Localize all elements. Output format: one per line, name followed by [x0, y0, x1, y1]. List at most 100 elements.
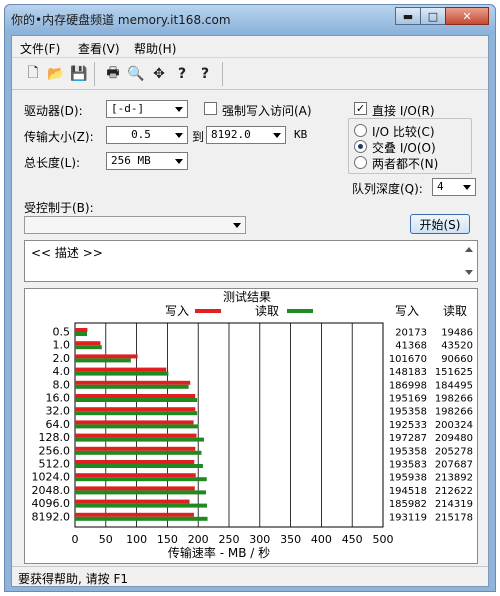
x-tick-label: 350: [280, 533, 301, 546]
scroll-down-icon[interactable]: [465, 270, 473, 275]
context-help-icon[interactable]: ?: [194, 63, 216, 85]
maximize-button[interactable]: □: [420, 7, 446, 25]
read-bar: [75, 384, 189, 389]
write-value: 193119: [389, 512, 427, 523]
y-category-label: 512.0: [39, 458, 71, 471]
overlapped-io-radio[interactable]: [354, 140, 367, 153]
checkmark-icon: ✓: [355, 102, 366, 115]
queue-depth-select[interactable]: 4: [432, 178, 476, 196]
write-value: 193583: [389, 460, 427, 471]
write-bar: [75, 367, 167, 372]
start-button[interactable]: 开始(S): [410, 214, 470, 234]
io-compare-radio[interactable]: [354, 124, 367, 137]
read-value: 151625: [435, 367, 473, 378]
transfer-to-value: 8192.0: [211, 128, 251, 141]
drive-select[interactable]: [-d-]: [106, 100, 188, 118]
write-bar: [75, 407, 196, 412]
client-area: 文件(F) 查看(V) 帮助(H) 🗋 📂 💾 🖶 🔍 ✥ ? ? 驱动器(D)…: [11, 35, 489, 587]
write-value: 186998: [389, 380, 427, 391]
io-compare-label: I/O 比较(C): [372, 125, 435, 139]
write-value: 192533: [389, 420, 427, 431]
read-bar: [75, 332, 88, 336]
x-tick-label: 0: [72, 533, 79, 546]
x-tick-label: 500: [373, 533, 394, 546]
results-chart: 测试结果 写入 读取 写入 读取 0 50 100 150 200 250 300 350 40…: [32, 289, 474, 560]
write-bar: [75, 433, 197, 438]
write-bar: [75, 473, 196, 478]
move-cross-icon[interactable]: ✥: [148, 63, 170, 85]
menu-view[interactable]: 查看(V): [78, 40, 120, 57]
write-value: 20173: [395, 328, 427, 339]
read-value: 214319: [435, 499, 473, 510]
close-button[interactable]: ✕: [445, 7, 489, 25]
total-length-label: 总长度(L):: [24, 156, 81, 170]
read-bar: [75, 345, 102, 350]
scroll-up-icon[interactable]: [465, 247, 473, 252]
read-value: 198266: [435, 407, 473, 418]
title-bar[interactable]: 你的•内存硬盘频道 memory.it168.com ▬ □ ✕: [5, 5, 495, 35]
chevron-down-icon: [233, 223, 241, 228]
read-value: 213892: [435, 473, 473, 484]
minimize-button[interactable]: ▬: [395, 7, 421, 25]
direct-io-checkbox[interactable]: ✓: [354, 102, 367, 115]
y-category-label: 0.5: [53, 326, 71, 339]
transfer-to-select[interactable]: 8192.0: [206, 126, 286, 144]
y-category-label: 256.0: [39, 444, 71, 457]
legend-write-swatch: [195, 309, 221, 313]
read-value: 209480: [435, 433, 473, 444]
legend-write-label: 写入: [165, 304, 189, 318]
transfer-from-select[interactable]: 0.5: [106, 126, 188, 144]
open-folder-icon[interactable]: 📂: [45, 63, 67, 85]
chevron-down-icon: [175, 133, 183, 138]
write-bar: [75, 512, 194, 517]
new-file-icon[interactable]: 🗋: [22, 63, 44, 85]
plot-area: 0 50 100 150 200 250 300 350 400 450 500 0.5 20173 19…: [32, 322, 473, 546]
total-length-value: 256 MB: [111, 154, 151, 167]
y-category-label: 8.0: [53, 378, 71, 391]
controlled-by-label: 受控制于(B):: [24, 201, 94, 215]
read-bar: [75, 437, 205, 442]
direct-io-label: 直接 I/O(R): [372, 104, 435, 118]
app-window: 你的•内存硬盘频道 memory.it168.com ▬ □ ✕ 文件(F) 查…: [4, 4, 496, 592]
toolbar-separator: [222, 62, 223, 86]
write-bar: [75, 341, 101, 346]
help-question-icon[interactable]: ?: [171, 63, 193, 85]
force-write-checkbox[interactable]: [204, 102, 217, 115]
neither-radio[interactable]: [354, 156, 367, 169]
y-category-label: 128.0: [39, 431, 71, 444]
results-panel: 测试结果 写入 读取 写入 读取 0 50 100 150 200 250 300 350 40…: [24, 288, 478, 564]
write-column-header: 写入: [395, 304, 419, 318]
read-bar: [75, 450, 202, 455]
total-length-select[interactable]: 256 MB: [106, 152, 188, 170]
write-value: 197287: [389, 433, 427, 444]
write-value: 41368: [395, 341, 427, 352]
read-bar: [75, 398, 198, 402]
x-tick-label: 450: [342, 533, 363, 546]
toolbar: 🗋 📂 💾 🖶 🔍 ✥ ? ?: [12, 58, 488, 90]
transfer-to-label: 到: [192, 130, 205, 144]
drive-label: 驱动器(D):: [24, 104, 83, 118]
read-value: 43520: [441, 341, 473, 352]
read-value: 200324: [435, 420, 473, 431]
chevron-down-icon: [463, 185, 471, 190]
write-bar: [75, 328, 88, 332]
x-tick-label: 100: [126, 533, 147, 546]
controlled-by-select[interactable]: [24, 216, 246, 234]
read-value: 212622: [435, 486, 473, 497]
y-category-label: 8192.0: [32, 510, 71, 523]
description-box[interactable]: << 描述 >>: [24, 240, 478, 282]
write-value: 101670: [389, 354, 427, 365]
write-bar: [75, 446, 196, 451]
legend-read-label: 读取: [255, 304, 279, 318]
menu-help[interactable]: 帮助(H): [134, 40, 176, 57]
y-category-label: 1.0: [53, 339, 71, 352]
transfer-from-value: 0.5: [131, 128, 151, 141]
read-bar: [75, 503, 208, 508]
menu-file[interactable]: 文件(F): [20, 40, 60, 57]
print-preview-icon[interactable]: 🔍: [125, 63, 147, 85]
overlapped-io-label: 交叠 I/O(O): [372, 141, 436, 155]
transfer-size-label: 传输大小(Z):: [24, 130, 94, 144]
save-disk-icon[interactable]: 💾: [68, 63, 90, 85]
y-category-label: 4.0: [53, 365, 71, 378]
print-icon[interactable]: 🖶: [102, 63, 124, 85]
